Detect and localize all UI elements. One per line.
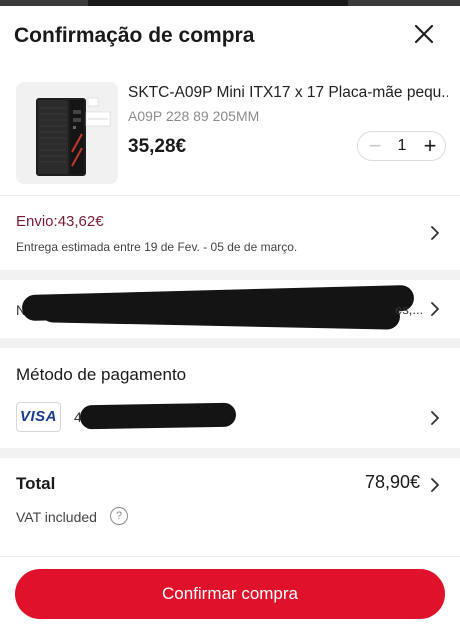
page-title: Confirmação de compra — [14, 24, 255, 47]
pc-case-image — [16, 82, 118, 184]
total-amount[interactable]: 78,90€ — [365, 472, 420, 493]
quantity-value[interactable]: 1 — [392, 137, 412, 155]
product-item: SKTC-A09P Mini ITX17 x 17 Placa-mãe pequ… — [0, 72, 460, 192]
close-icon[interactable] — [412, 22, 436, 46]
section-separator — [0, 338, 460, 348]
visa-card-icon: VISA — [16, 402, 61, 432]
chevron-right-icon — [431, 411, 439, 425]
shipping-cost: Envio:43,62€ — [16, 213, 104, 230]
section-separator — [0, 448, 460, 458]
help-icon[interactable]: ? — [110, 507, 128, 525]
minus-icon[interactable]: − — [365, 135, 385, 157]
payment-card-row[interactable]: VISA 4 — [0, 398, 460, 438]
total-label: Total — [16, 474, 56, 493]
address-text-end: es,... — [395, 302, 424, 317]
order-total-section: Total 78,90€ VAT included ? — [0, 458, 460, 548]
quantity-stepper: − 1 + — [357, 131, 446, 161]
confirm-purchase-button[interactable]: Confirmar compra — [15, 569, 445, 619]
chevron-right-icon[interactable] — [430, 478, 440, 492]
delivery-estimate: Entrega estimada entre 19 de Fev. - 05 d… — [16, 240, 298, 254]
section-separator — [0, 270, 460, 280]
divider — [0, 556, 460, 557]
product-variant[interactable]: A09P 228 89 205MM — [128, 108, 259, 124]
sheet-header: Confirmação de compra — [0, 6, 460, 62]
vat-label: VAT included — [16, 509, 97, 525]
redaction-mark — [79, 402, 237, 430]
plus-icon[interactable]: + — [420, 134, 440, 158]
shipping-address-row[interactable]: N es,... — [0, 280, 460, 338]
product-price: 35,28€ — [128, 136, 187, 157]
chevron-right-icon — [431, 226, 439, 240]
chevron-right-icon — [431, 302, 439, 316]
product-thumbnail[interactable] — [16, 82, 118, 184]
product-name[interactable]: SKTC-A09P Mini ITX17 x 17 Placa-mãe pequ… — [128, 84, 448, 102]
shipping-row[interactable]: Envio:43,62€ Entrega estimada entre 19 d… — [0, 196, 460, 268]
payment-method-title: Método de pagamento — [16, 365, 187, 384]
payment-section: Método de pagamento VISA 4 — [0, 348, 460, 448]
